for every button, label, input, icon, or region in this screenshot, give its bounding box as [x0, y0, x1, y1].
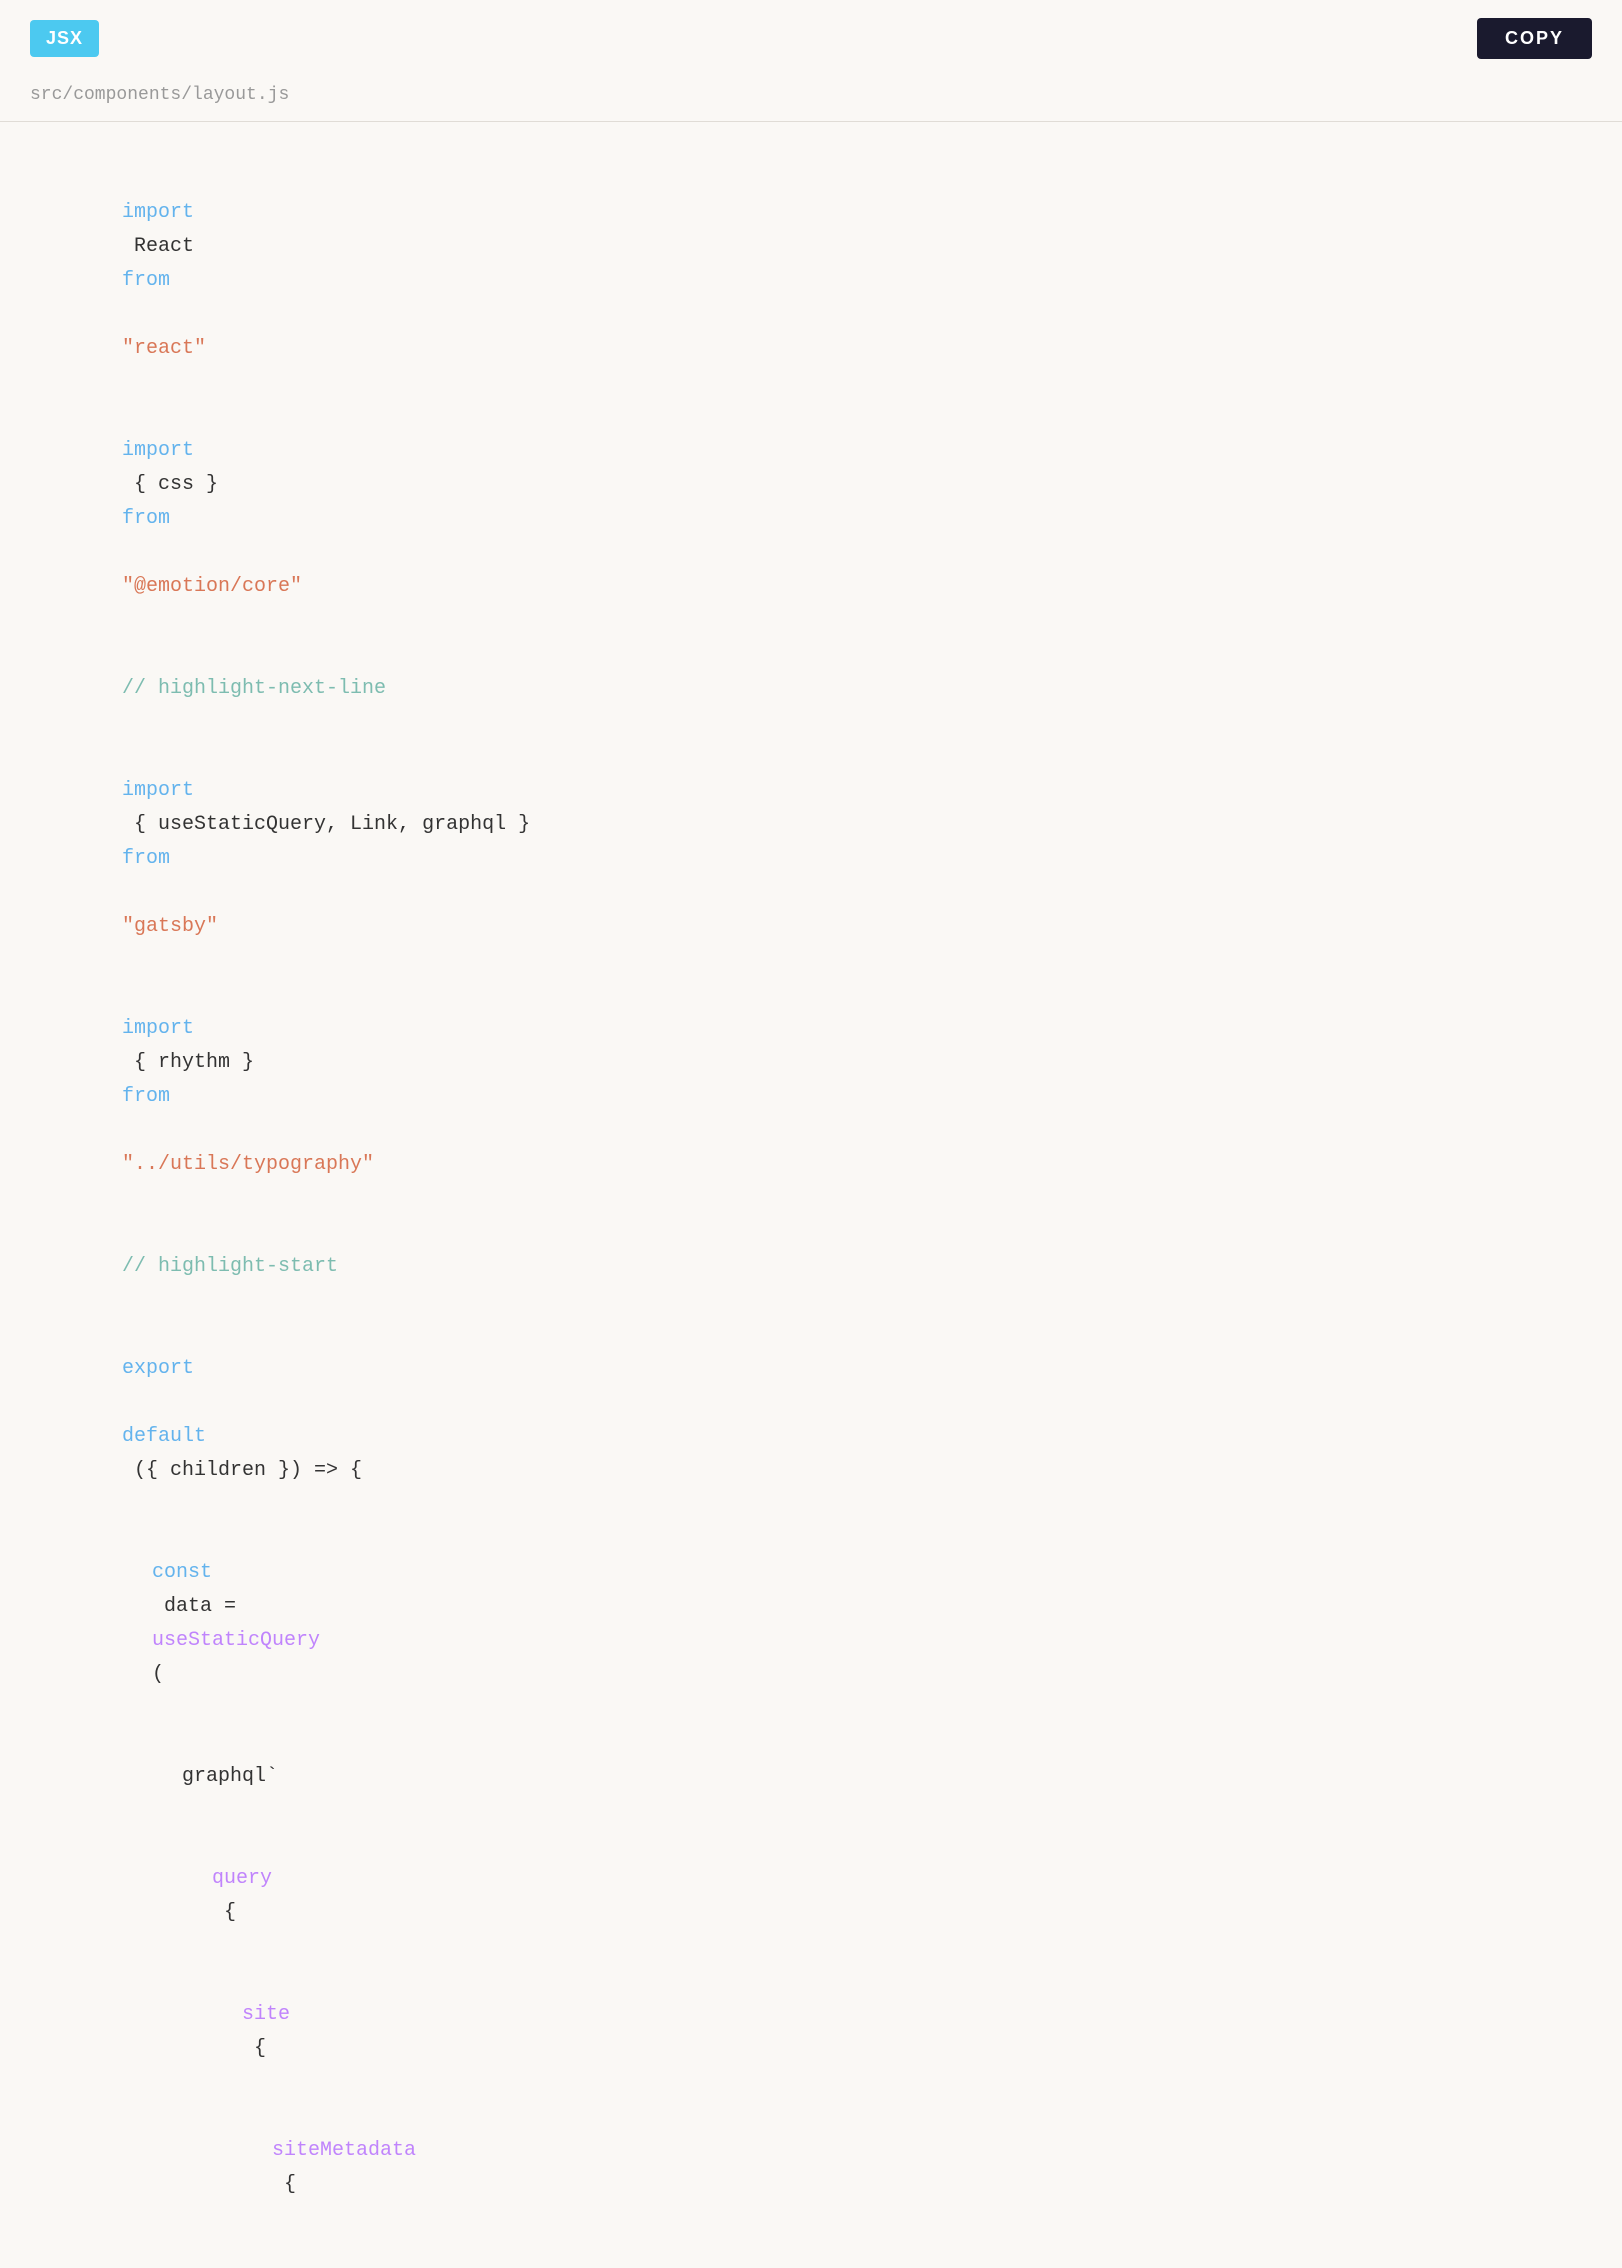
code-container: JSX COPY src/components/layout.js import…	[0, 0, 1622, 2268]
code-line: // highlight-next-line	[50, 638, 1582, 740]
code-line: import React from "react"	[50, 162, 1582, 400]
jsx-badge: JSX	[30, 20, 99, 57]
code-line: const data = useStaticQuery (	[50, 1522, 1582, 1726]
keyword-import: import	[122, 201, 194, 224]
code-line: // highlight-start	[50, 1216, 1582, 1318]
code-line: import { rhythm } from "../utils/typogra…	[50, 978, 1582, 1216]
code-line: query {	[50, 1828, 1582, 1964]
code-line: export default ({ children }) => {	[50, 1318, 1582, 1522]
file-path: src/components/layout.js	[0, 77, 1622, 121]
code-line: graphql`	[50, 1726, 1582, 1828]
code-line: site {	[50, 1964, 1582, 2100]
code-line: siteMetadata {	[50, 2100, 1582, 2236]
code-block: import React from "react" import { css }…	[0, 122, 1622, 2268]
code-line: import { useStaticQuery, Link, graphql }…	[50, 740, 1582, 978]
code-line: title	[50, 2236, 1582, 2268]
code-line: import { css } from "@emotion/core"	[50, 400, 1582, 638]
copy-button[interactable]: COPY	[1477, 18, 1592, 59]
header-bar: JSX COPY	[0, 0, 1622, 77]
